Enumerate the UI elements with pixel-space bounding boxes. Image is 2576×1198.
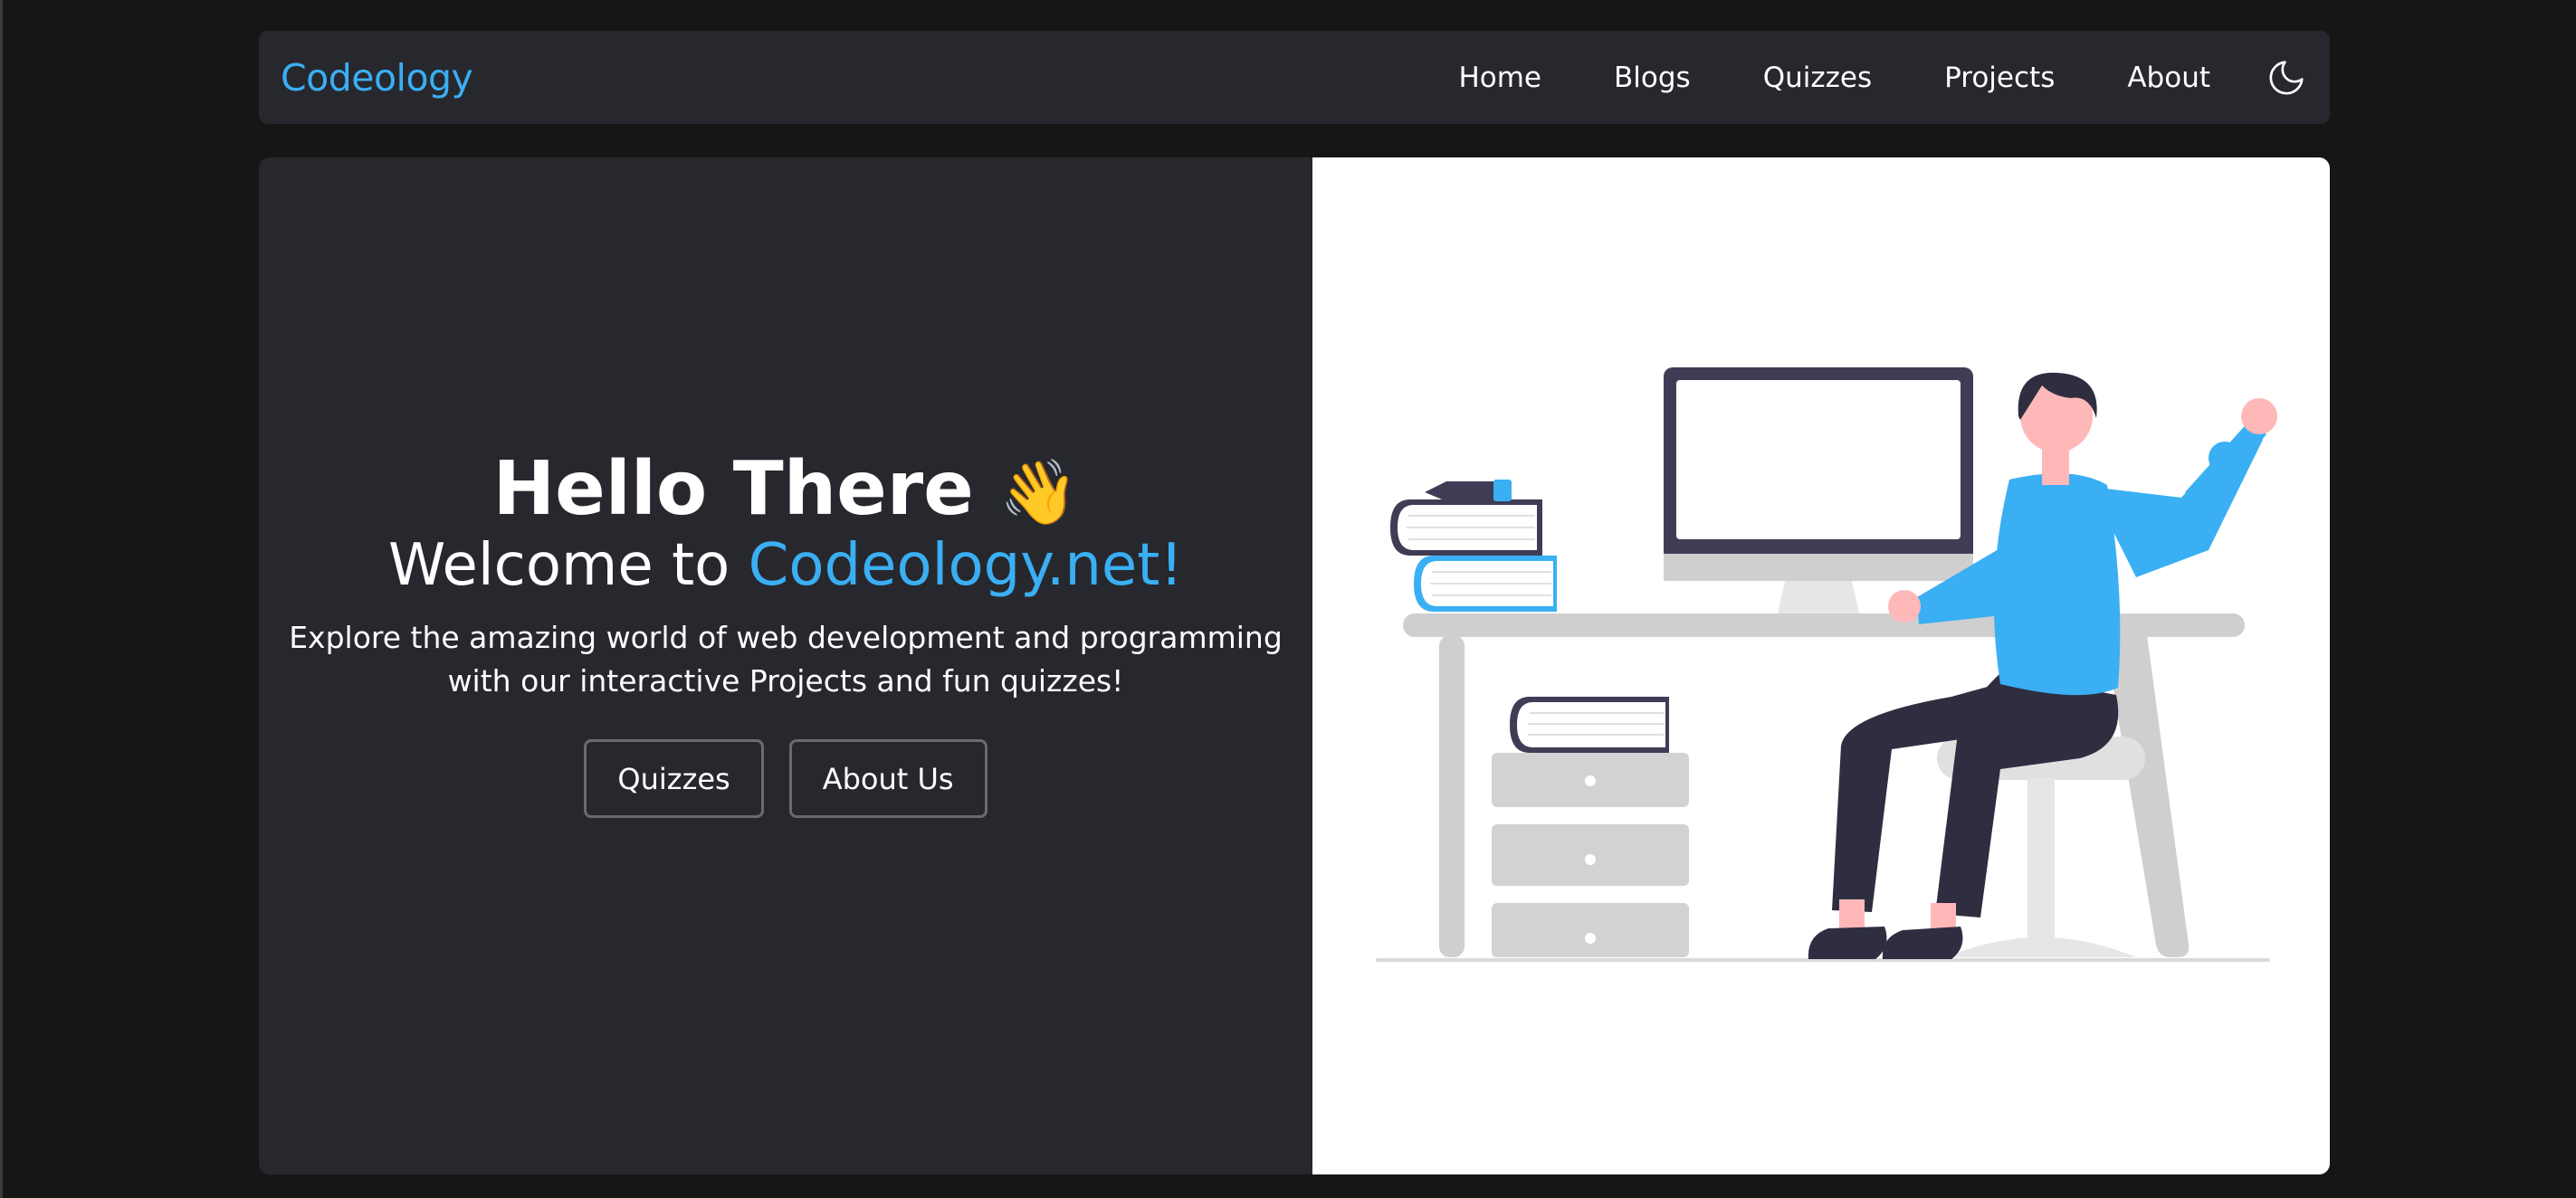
nav-link-home[interactable]: Home — [1458, 62, 1541, 94]
welcome-site-name: Codeology.net! — [748, 531, 1184, 599]
nav-links: Home Blogs Quizzes Projects About — [1458, 56, 2308, 100]
window-edge — [0, 0, 3, 1198]
nav-link-quizzes[interactable]: Quizzes — [1763, 62, 1872, 94]
hero-description: Explore the amazing world of web develop… — [289, 620, 1283, 699]
nav-link-blogs[interactable]: Blogs — [1614, 62, 1691, 94]
hero-text-panel: Hello There 👋 Welcome to Codeology.net! … — [259, 157, 1312, 1174]
quizzes-button[interactable]: Quizzes — [584, 739, 764, 819]
about-us-button[interactable]: About Us — [788, 739, 987, 819]
theme-toggle-button[interactable] — [2265, 56, 2308, 100]
nav-link-projects[interactable]: Projects — [1944, 62, 2055, 94]
nav-link-about[interactable]: About — [2127, 62, 2210, 94]
moon-icon — [2269, 60, 2304, 94]
welcome-heading: Welcome to Codeology.net! — [388, 528, 1183, 604]
hero-title-text: Hello There — [492, 445, 974, 532]
welcome-prefix: Welcome to — [387, 531, 749, 599]
hero-section: Hello There 👋 Welcome to Codeology.net! … — [259, 157, 2330, 1174]
navbar: Codeology Home Blogs Quizzes Projects Ab… — [259, 31, 2330, 124]
waving-hand-emoji: 👋 — [999, 454, 1079, 529]
person-at-desk-illustration — [1376, 367, 2277, 962]
hero-buttons: Quizzes About Us — [584, 739, 987, 819]
illustration-panel — [1312, 157, 2330, 1174]
hero-title: Hello There 👋 — [492, 450, 1079, 529]
brand-logo[interactable]: Codeology — [281, 56, 473, 100]
